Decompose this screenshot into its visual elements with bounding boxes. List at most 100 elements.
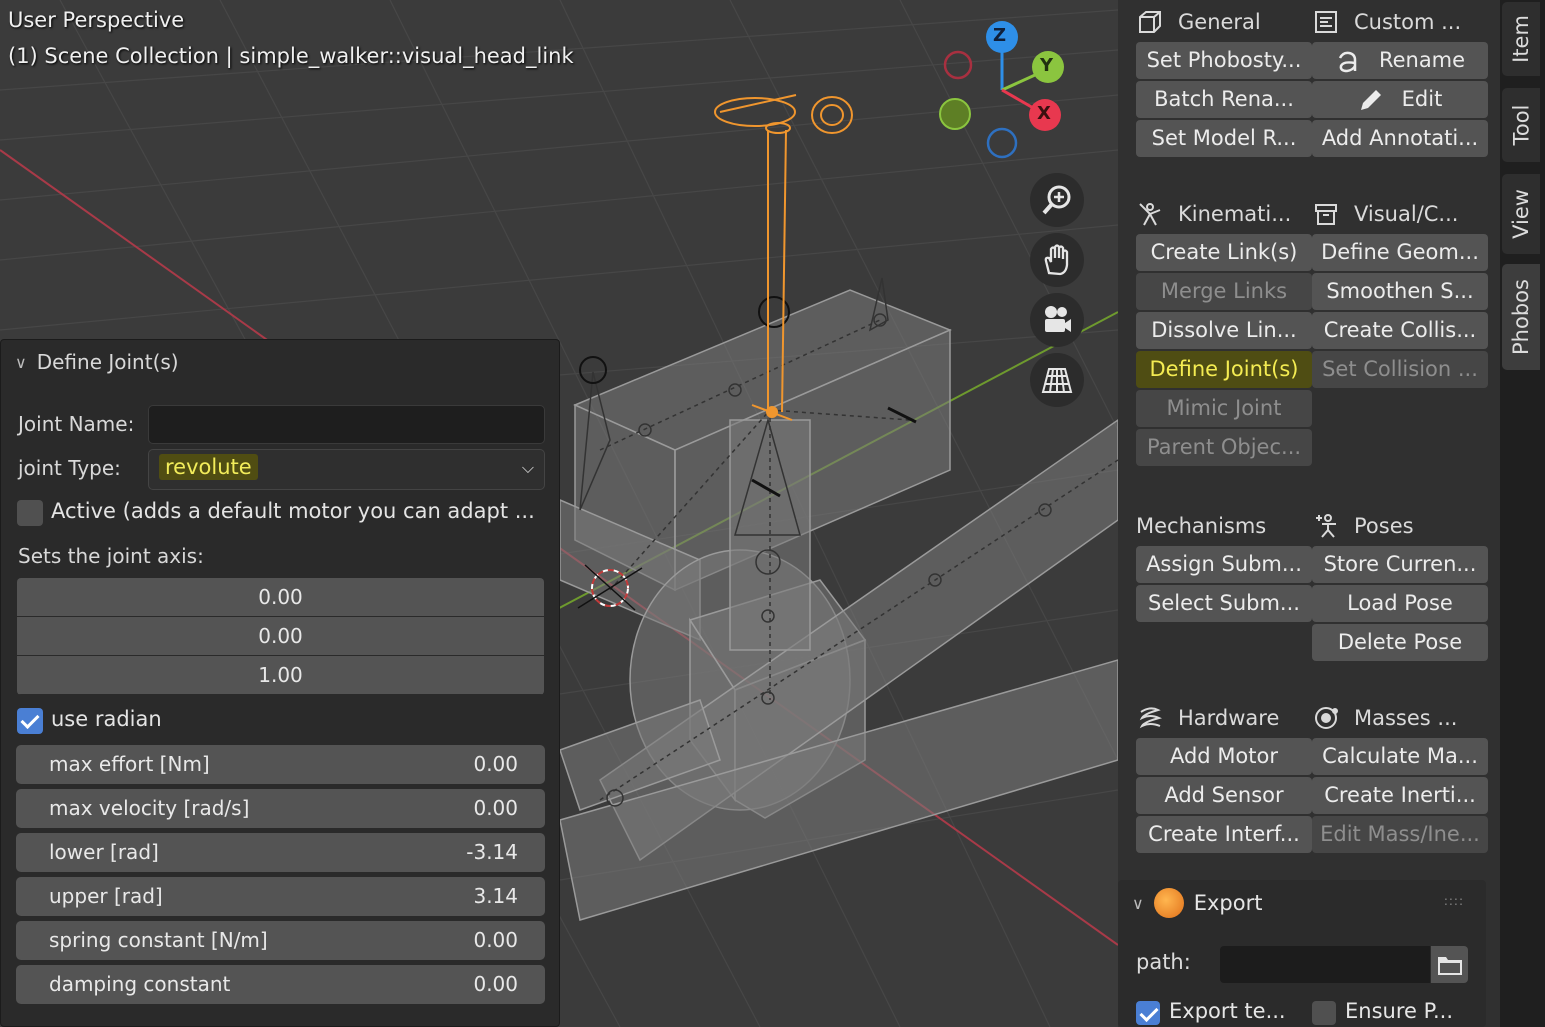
create-inertials-button[interactable]: Create Inerti...	[1312, 777, 1488, 814]
gizmo-y-label[interactable]: Y	[1040, 55, 1053, 76]
viewport-mode-title: User Perspective	[8, 8, 185, 32]
grid-perspective-icon[interactable]	[1030, 353, 1084, 407]
export-panel: ∨ Export :::: path: Export te... Ensure …	[1118, 880, 1486, 1027]
export-textures-label: Export te...	[1169, 999, 1286, 1023]
set-collision-group-button[interactable]: Set Collision ...	[1312, 351, 1488, 388]
merge-links-button[interactable]: Merge Links	[1136, 273, 1312, 310]
group-title: Kinemati...	[1178, 202, 1292, 226]
viewport-active-object: (1) Scene Collection | simple_walker::vi…	[8, 44, 574, 68]
edit-mass-inertia-button[interactable]: Edit Mass/Ine...	[1312, 816, 1488, 853]
create-collisions-button[interactable]: Create Collis...	[1312, 312, 1488, 349]
folder-icon	[1437, 956, 1462, 975]
rename-icon	[1338, 51, 1357, 72]
joint-type-select[interactable]: revolute ⌵	[148, 449, 545, 490]
set-phobostype-button[interactable]: Set Phobosty...	[1136, 42, 1312, 79]
store-current-pose-button[interactable]: Store Curren...	[1312, 546, 1488, 583]
joint-axis-vector[interactable]: 0.00 0.00 1.00	[16, 577, 545, 696]
batch-rename-button[interactable]: Batch Rena...	[1136, 81, 1312, 118]
active-checkbox[interactable]	[17, 500, 43, 526]
use-radian-checkbox[interactable]	[17, 708, 43, 734]
joint-type-label: joint Type:	[18, 456, 121, 480]
hand-pan-icon[interactable]	[1030, 233, 1084, 287]
max-velocity-field[interactable]: max velocity [rad/s] 0.00	[16, 789, 545, 828]
tab-view[interactable]: View	[1502, 174, 1540, 254]
list-icon	[1315, 11, 1337, 33]
calculate-mass-button[interactable]: Calculate Ma...	[1312, 738, 1488, 775]
set-model-root-button[interactable]: Set Model R...	[1136, 120, 1312, 157]
dissolve-links-button[interactable]: Dissolve Lin...	[1136, 312, 1312, 349]
group-header: Visual/C...	[1312, 194, 1488, 234]
export-title: Export	[1193, 891, 1263, 915]
group-title: Masses ...	[1354, 706, 1458, 730]
field-value: 0.00	[473, 928, 518, 952]
edit-button[interactable]: Edit	[1312, 81, 1488, 118]
group-title: General	[1178, 10, 1261, 34]
tab-item[interactable]: Item	[1502, 2, 1540, 76]
chevron-down-icon[interactable]: ∨	[1132, 894, 1144, 913]
hardware-coil-icon	[1139, 707, 1162, 729]
panel-header[interactable]: ∨ Define Joint(s)	[15, 350, 179, 374]
gizmo-z-label[interactable]: Z	[993, 25, 1006, 46]
path-label: path:	[1136, 950, 1191, 974]
delete-pose-button[interactable]: Delete Pose	[1312, 624, 1488, 661]
zoom-icon[interactable]	[1030, 173, 1084, 227]
gizmo-x-label[interactable]: X	[1037, 103, 1051, 124]
parent-objects-button[interactable]: Parent Objec...	[1136, 429, 1312, 466]
define-geometry-button[interactable]: Define Geom...	[1312, 234, 1488, 271]
tab-label: Item	[1509, 15, 1533, 63]
spring-constant-field[interactable]: spring constant [N/m] 0.00	[16, 921, 545, 960]
3d-viewport[interactable]: Z Y X User Perspective (1) Scene Collect…	[0, 0, 1118, 1027]
group-header: Hardware	[1136, 698, 1312, 738]
tab-label: Phobos	[1509, 279, 1534, 355]
rename-button[interactable]: Rename	[1312, 42, 1488, 79]
add-sensor-button[interactable]: Add Sensor	[1136, 777, 1312, 814]
export-textures-checkbox[interactable]	[1136, 1001, 1160, 1025]
define-joint-panel[interactable]: ∨ Define Joint(s) Joint Name: joint Type…	[0, 339, 560, 1027]
drag-handle-icon[interactable]: ::::	[1444, 894, 1464, 908]
tab-phobos[interactable]: Phobos	[1502, 264, 1540, 370]
axis-y-field[interactable]: 0.00	[17, 617, 544, 656]
joint-type-value: revolute	[159, 454, 258, 480]
add-motor-button[interactable]: Add Motor	[1136, 738, 1312, 775]
field-value: 3.14	[473, 884, 518, 908]
tab-label: Tool	[1509, 104, 1534, 146]
axis-x-field[interactable]: 0.00	[17, 578, 544, 617]
group-header: Mechanisms	[1136, 506, 1312, 546]
group-visual-collision: Visual/C... Define Geom... Smoothen S...…	[1312, 194, 1488, 390]
chevron-down-icon: ⌵	[521, 458, 534, 477]
export-header[interactable]: ∨ Export	[1132, 888, 1262, 918]
axis-label: Sets the joint axis:	[18, 544, 204, 568]
field-label: max effort [Nm]	[49, 752, 210, 776]
group-mechanisms: Mechanisms Assign Subm... Select Subm...	[1136, 506, 1312, 624]
create-interface-button[interactable]: Create Interf...	[1136, 816, 1312, 853]
mimic-joint-button[interactable]: Mimic Joint	[1136, 390, 1312, 427]
add-annotation-button[interactable]: Add Annotati...	[1312, 120, 1488, 157]
path-input[interactable]	[1220, 946, 1430, 983]
field-label: max velocity [rad/s]	[49, 796, 250, 820]
field-value: -3.14	[466, 840, 518, 864]
load-pose-button[interactable]: Load Pose	[1312, 585, 1488, 622]
smoothen-surface-button[interactable]: Smoothen S...	[1312, 273, 1488, 310]
axis-z-field[interactable]: 1.00	[17, 656, 544, 695]
max-effort-field[interactable]: max effort [Nm] 0.00	[16, 745, 545, 784]
lower-limit-field[interactable]: lower [rad] -3.14	[16, 833, 545, 872]
damping-constant-field[interactable]: damping constant 0.00	[16, 965, 545, 1004]
panel-title: Define Joint(s)	[36, 350, 179, 374]
tab-label: View	[1509, 189, 1533, 239]
select-submechanism-button[interactable]: Select Subm...	[1136, 585, 1312, 622]
camera-icon[interactable]	[1030, 293, 1084, 347]
ensure-checkbox[interactable]	[1312, 1001, 1336, 1025]
pose-figure-icon	[1316, 514, 1336, 538]
upper-limit-field[interactable]: upper [rad] 3.14	[16, 877, 545, 916]
define-joints-button[interactable]: Define Joint(s)	[1136, 351, 1312, 388]
tab-tool[interactable]: Tool	[1502, 88, 1540, 162]
folder-browse-button[interactable]	[1431, 946, 1468, 983]
assign-submechanism-button[interactable]: Assign Subm...	[1136, 546, 1312, 583]
joint-name-input[interactable]	[148, 405, 545, 444]
joint-name-label: Joint Name:	[18, 412, 135, 436]
group-header: Kinemati...	[1136, 194, 1312, 234]
group-custom: Custom ... Rename Edit Add Annotati...	[1312, 2, 1488, 159]
field-label: spring constant [N/m]	[49, 928, 268, 952]
chevron-down-icon[interactable]: ∨	[15, 353, 27, 372]
create-links-button[interactable]: Create Link(s)	[1136, 234, 1312, 271]
